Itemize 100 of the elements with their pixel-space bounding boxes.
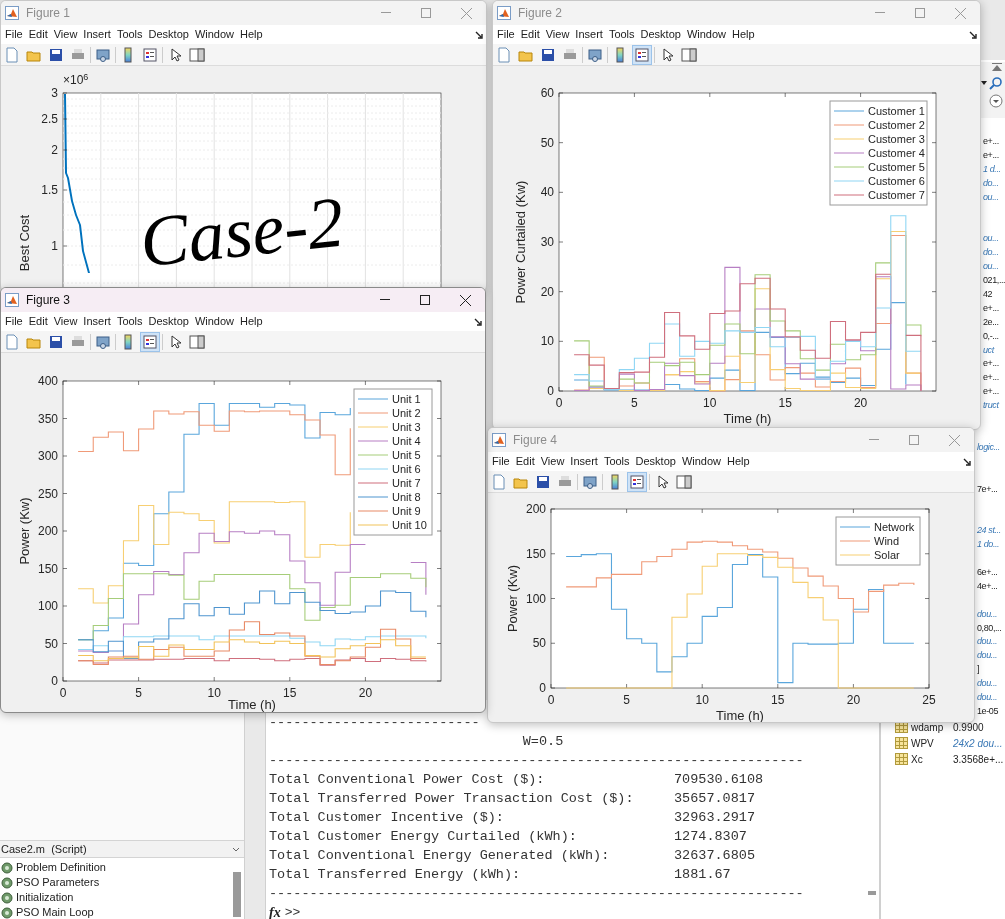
window-title: Figure 1	[26, 5, 71, 22]
tick-label: 50	[540, 135, 554, 150]
variable-value: do...	[983, 176, 999, 190]
tick-label: 200	[37, 524, 58, 538]
window-title: Figure 4	[513, 432, 558, 449]
variable-value: 0,-...	[983, 329, 999, 343]
variable-value: dou...	[977, 607, 998, 621]
result-label: Total Transferred Power Transaction Cost ($):	[269, 790, 635, 808]
variable-value: e+...	[983, 301, 999, 315]
legend-label: Unit 7	[392, 477, 421, 489]
file-name: Case2.m (Script)	[1, 841, 87, 857]
tick-label: 20	[853, 396, 868, 410]
axis-label: Time (h)	[716, 708, 764, 722]
tick-label: 20	[358, 686, 373, 700]
variable-value: 4e+...	[977, 579, 998, 593]
result-label: Total Transferred Energy (kWh):	[269, 866, 522, 884]
legend-label: Solar	[874, 549, 900, 561]
legend-label: Unit 8	[392, 491, 421, 503]
variable-value: uct	[983, 343, 994, 357]
variable-value: e+...	[983, 357, 999, 371]
result-label: Total Conventional Power Cost ($):	[269, 771, 546, 789]
result-label: Total Customer Energy Curtailed (kWh):	[269, 828, 578, 846]
tick-label: 25	[922, 693, 936, 707]
window-title: Figure 2	[518, 5, 563, 22]
variable-value: 6e+...	[977, 565, 998, 579]
command-prompt: >>	[284, 903, 301, 919]
variable-value: e+...	[983, 385, 999, 399]
variable-value: e+...	[983, 135, 999, 148]
legend-label: Unit 4	[392, 435, 421, 447]
variable-value: dou...	[977, 635, 998, 649]
tick-label: 0	[539, 681, 546, 695]
axis-label: Power (Kw)	[17, 497, 32, 565]
legend-label: Customer 3	[868, 133, 925, 145]
axis-label: Power Curtailed (Kw)	[513, 180, 528, 304]
legend-label: Customer 5	[868, 161, 925, 173]
tick-label: 0	[59, 686, 67, 700]
result-value: 32637.6805	[674, 847, 755, 865]
tick-label: 0	[51, 674, 58, 688]
variable-value: do...	[983, 246, 999, 260]
tick-label: 50	[44, 636, 58, 651]
variable-value: truct	[983, 399, 999, 413]
tick-label: 20	[846, 693, 861, 707]
variable-value: e+...	[983, 371, 999, 385]
variable-value: ]	[977, 663, 980, 677]
legend-label: Unit 1	[392, 393, 421, 405]
result-value: 35657.0817	[674, 790, 755, 808]
legend-label: Unit 6	[392, 463, 421, 475]
tick-label: 5	[135, 686, 142, 700]
console-rule: --------------------------	[269, 714, 480, 732]
legend-label: Wind	[874, 535, 900, 547]
result-value: 1881.67	[674, 866, 731, 884]
axis-label: Time (h)	[228, 697, 276, 712]
axis-label: Time (h)	[723, 411, 772, 426]
variable-value: dou...	[977, 677, 998, 691]
console-rule: ------------------------------------------------------------------	[269, 752, 804, 770]
variable-value: dou...	[977, 691, 998, 704]
legend-label: Unit 9	[392, 505, 421, 517]
legend-label: Unit 10	[392, 519, 427, 531]
tick-label: 200	[525, 502, 546, 516]
tick-label: 2.5	[41, 112, 58, 126]
variable-value: 021,...	[983, 274, 1005, 287]
legend-label: Unit 5	[392, 449, 421, 461]
result-label: Total Customer Incentive ($):	[269, 809, 505, 827]
tick-label: 60	[540, 86, 554, 100]
variable-value: 1 do...	[977, 538, 1000, 552]
result-label: Total Conventional Energy Generated (kWh):	[269, 847, 611, 865]
legend-label: Unit 3	[392, 421, 421, 433]
result-value: 32963.2917	[674, 809, 755, 827]
tick-label: 10	[207, 686, 221, 700]
variable-value: ou...	[983, 190, 999, 204]
tick-label: 3	[51, 86, 58, 100]
variable-value: 0,80,...	[977, 621, 1002, 635]
tick-label: 1	[51, 239, 58, 253]
tick-label: 10	[703, 396, 717, 410]
axis-label: Power (Kw)	[505, 564, 520, 633]
variable-value: 2e...	[983, 315, 999, 329]
tick-label: 20	[540, 284, 554, 299]
result-value: 709530.6108	[674, 771, 764, 789]
variable-value: ou...	[983, 232, 999, 246]
legend-label: Customer 7	[868, 189, 925, 201]
tick-label: 350	[37, 411, 58, 426]
variable-value: 42	[983, 287, 993, 301]
variable-value: dou...	[977, 649, 998, 663]
legend-label: Customer 1	[868, 105, 925, 117]
tick-label: 150	[37, 561, 58, 576]
legend-label: Unit 2	[392, 407, 421, 419]
tick-label: 300	[37, 449, 58, 463]
tick-label: 0	[547, 384, 554, 398]
variable-value: logic...	[977, 440, 1000, 454]
legend-label: Customer 4	[868, 147, 925, 159]
tick-label: 10	[540, 334, 554, 349]
tick-label: 100	[37, 599, 58, 613]
legend-label: Customer 6	[868, 175, 925, 187]
variable-value: 24 st...	[977, 524, 1001, 538]
tick-label: 10	[695, 693, 709, 707]
tick-label: 5	[631, 396, 638, 410]
variable-value: ou...	[983, 260, 999, 274]
tick-label: 0	[555, 396, 563, 410]
tick-label: 5	[623, 693, 630, 707]
tick-label: 15	[778, 396, 792, 410]
